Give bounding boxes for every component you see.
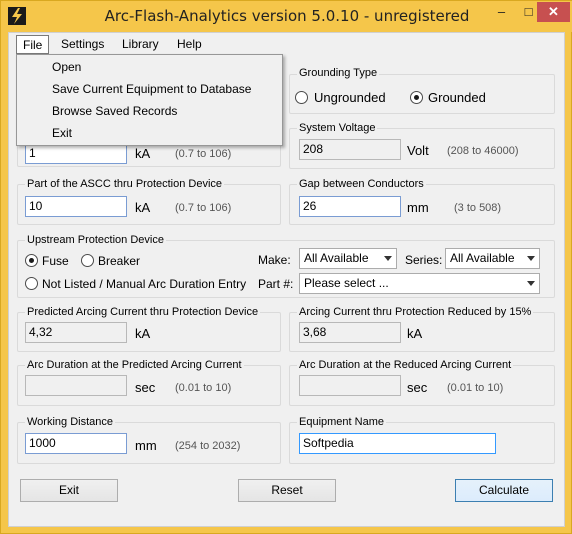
ascc-thru-range: (0.7 to 106): [175, 202, 232, 214]
ascc-thru-unit: kA: [135, 200, 151, 215]
duration-reduced-range: (0.01 to 10): [447, 382, 504, 394]
reduced-group: Arcing Current thru Protection Reduced b…: [289, 306, 555, 352]
ungrounded-label[interactable]: Ungrounded: [314, 90, 386, 105]
menu-help[interactable]: Help: [171, 35, 208, 54]
part-select-value: Please select ...: [304, 276, 389, 290]
calculate-button[interactable]: Calculate: [455, 479, 553, 502]
system-voltage-group: System Voltage 208 Volt (208 to 46000): [289, 122, 555, 169]
system-voltage-input[interactable]: 208: [299, 139, 401, 160]
gap-input[interactable]: 26: [299, 196, 401, 217]
minimize-button[interactable]: –: [488, 2, 515, 22]
working-distance-unit: mm: [135, 438, 157, 453]
predicted-output: 4,32: [25, 322, 127, 343]
working-distance-label: Working Distance: [25, 416, 115, 428]
menu-item-browse-records[interactable]: Browse Saved Records: [52, 104, 177, 118]
equipment-name-group: Equipment Name Softpedia: [289, 416, 555, 464]
gap-unit: mm: [407, 200, 429, 215]
breaker-label[interactable]: Breaker: [98, 254, 140, 268]
fuse-label[interactable]: Fuse: [42, 254, 69, 268]
system-voltage-range: (208 to 46000): [447, 145, 519, 157]
reset-button[interactable]: Reset: [238, 479, 336, 502]
make-label: Make:: [258, 253, 291, 267]
ascc-thru-group: Part of the ASCC thru Protection Device …: [17, 178, 281, 225]
series-select[interactable]: All Available: [445, 248, 540, 269]
gap-label: Gap between Conductors: [297, 178, 426, 190]
duration-predicted-unit: sec: [135, 380, 156, 395]
duration-predicted-input[interactable]: [25, 375, 127, 396]
equipment-name-input[interactable]: Softpedia: [299, 433, 496, 454]
grounding-label: Grounding Type: [297, 67, 380, 79]
duration-predicted-label: Arc Duration at the Predicted Arcing Cur…: [25, 359, 244, 371]
duration-reduced-unit: sec: [407, 380, 428, 395]
reduced-output: 3,68: [299, 322, 401, 343]
menu-item-save-to-database[interactable]: Save Current Equipment to Database: [52, 82, 251, 96]
title-bar[interactable]: Arc-Flash-Analytics version 5.0.10 - unr…: [1, 1, 572, 32]
menu-item-exit[interactable]: Exit: [52, 126, 72, 140]
menu-item-open[interactable]: Open: [52, 60, 81, 74]
part-select[interactable]: Please select ...: [299, 273, 540, 294]
duration-predicted-group: Arc Duration at the Predicted Arcing Cur…: [17, 359, 281, 406]
menu-file[interactable]: File: [16, 35, 50, 54]
working-distance-group: Working Distance 1000 mm (254 to 2032): [17, 416, 281, 464]
manual-duration-label[interactable]: Not Listed / Manual Arc Duration Entry: [42, 277, 246, 291]
working-distance-range: (254 to 2032): [175, 440, 241, 452]
system-voltage-unit: Volt: [407, 143, 429, 158]
reduced-unit: kA: [407, 326, 423, 341]
make-select[interactable]: All Available: [299, 248, 397, 269]
duration-reduced-label: Arc Duration at the Reduced Arcing Curre…: [297, 359, 514, 371]
reduced-label: Arcing Current thru Protection Reduced b…: [297, 306, 534, 318]
ascc-range: (0.7 to 106): [175, 148, 232, 160]
upstream-label: Upstream Protection Device: [25, 234, 166, 246]
breaker-radio[interactable]: [81, 254, 94, 267]
gap-group: Gap between Conductors 26 mm (3 to 508): [289, 178, 555, 225]
grounded-label[interactable]: Grounded: [428, 90, 486, 105]
duration-reduced-group: Arc Duration at the Reduced Arcing Curre…: [289, 359, 555, 406]
client-area: File Settings Library Help 1 kA (0.7 to …: [8, 32, 565, 527]
series-label: Series:: [405, 253, 443, 267]
file-menu-dropdown: Open Save Current Equipment to Database …: [16, 54, 283, 146]
app-window: Arc-Flash-Analytics version 5.0.10 - unr…: [0, 0, 572, 534]
grounded-radio[interactable]: [410, 91, 423, 104]
predicted-label: Predicted Arcing Current thru Protection…: [25, 306, 261, 318]
menu-library[interactable]: Library: [116, 35, 165, 54]
ascc-input[interactable]: 1: [25, 143, 127, 164]
chevron-down-icon: [527, 256, 535, 261]
menu-settings[interactable]: Settings: [55, 35, 110, 54]
part-label: Part #:: [258, 277, 294, 291]
series-select-value: All Available: [450, 251, 515, 265]
grounding-group: Grounding Type Ungrounded Grounded: [289, 67, 555, 114]
chevron-down-icon: [384, 256, 392, 261]
duration-predicted-range: (0.01 to 10): [175, 382, 232, 394]
exit-button[interactable]: Exit: [20, 479, 118, 502]
chevron-down-icon: [527, 281, 535, 286]
duration-reduced-input[interactable]: [299, 375, 401, 396]
close-button[interactable]: ✕: [537, 2, 570, 22]
working-distance-input[interactable]: 1000: [25, 433, 127, 454]
ascc-thru-label: Part of the ASCC thru Protection Device: [25, 178, 225, 190]
fuse-radio[interactable]: [25, 254, 38, 267]
upstream-group: Upstream Protection Device Fuse Breaker …: [17, 234, 555, 298]
window-title: Arc-Flash-Analytics version 5.0.10 - unr…: [104, 7, 470, 25]
manual-duration-radio[interactable]: [25, 277, 38, 290]
menu-bar: File Settings Library Help: [9, 33, 564, 55]
predicted-unit: kA: [135, 326, 151, 341]
gap-range: (3 to 508): [454, 202, 502, 214]
system-voltage-label: System Voltage: [297, 122, 378, 134]
equipment-name-label: Equipment Name: [297, 416, 386, 428]
ascc-unit: kA: [135, 146, 151, 161]
ungrounded-radio[interactable]: [295, 91, 308, 104]
predicted-group: Predicted Arcing Current thru Protection…: [17, 306, 281, 352]
make-select-value: All Available: [304, 251, 369, 265]
ascc-thru-input[interactable]: 10: [25, 196, 127, 217]
